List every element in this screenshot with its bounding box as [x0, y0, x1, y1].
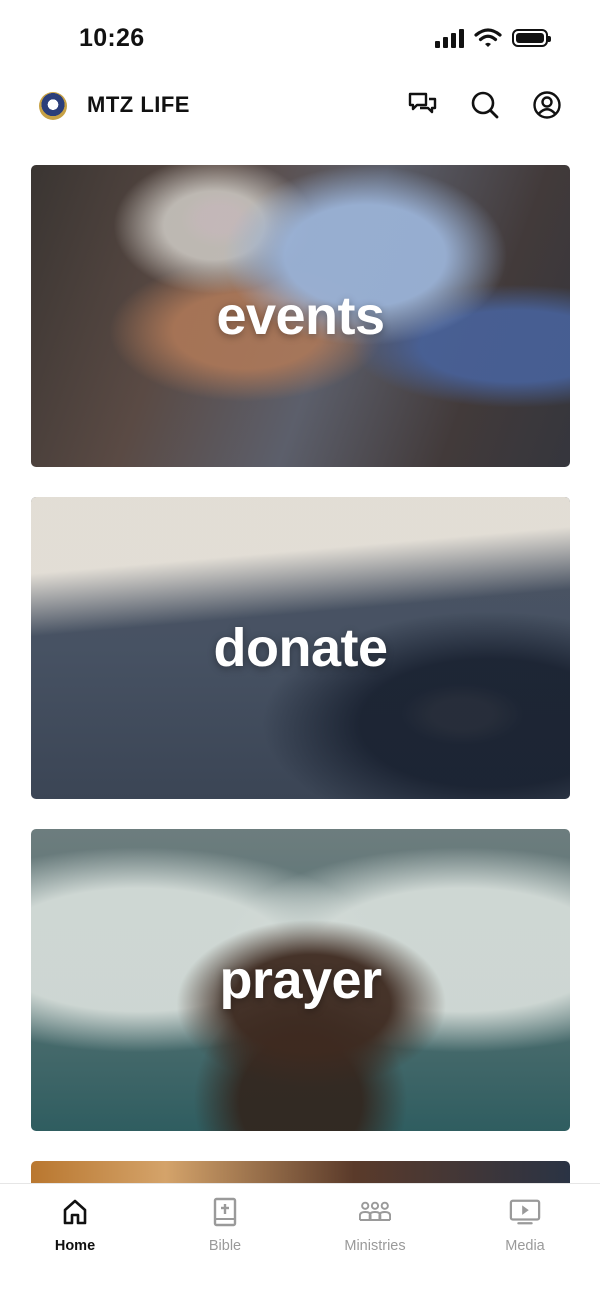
profile-button[interactable] [530, 88, 564, 122]
events-card[interactable]: events [31, 165, 570, 467]
app-title: MTZ LIFE [87, 92, 190, 117]
group-icon [359, 1196, 391, 1228]
status-time: 10:26 [79, 24, 145, 52]
status-bar: 10:26 [0, 0, 600, 80]
status-icons [435, 28, 551, 48]
media-icon [509, 1196, 541, 1228]
bottom-tab-bar: Home Bible Ministries Media [0, 1183, 600, 1301]
messages-button[interactable] [406, 88, 440, 122]
search-icon [471, 91, 499, 119]
chat-icon [408, 92, 437, 114]
battery-icon [512, 29, 551, 47]
donate-card[interactable]: donate [31, 497, 570, 799]
tab-media-label: Media [505, 1238, 545, 1254]
tab-media[interactable]: Media [450, 1184, 600, 1301]
tab-bible[interactable]: Bible [150, 1184, 300, 1301]
home-icon [59, 1196, 91, 1228]
tab-ministries-label: Ministries [344, 1238, 406, 1254]
next-card-partial[interactable] [31, 1161, 570, 1185]
tab-bible-label: Bible [208, 1238, 242, 1254]
tab-home[interactable]: Home [0, 1184, 150, 1301]
tab-ministries[interactable]: Ministries [300, 1184, 450, 1301]
wifi-icon [474, 28, 502, 47]
next-card-image [31, 1161, 570, 1185]
app-header: MTZ LIFE [0, 80, 600, 136]
user-circle-icon [533, 91, 561, 119]
events-card-label: events [216, 286, 385, 346]
feature-cards: events donate prayer [31, 165, 570, 1185]
prayer-card[interactable]: prayer [31, 829, 570, 1131]
church-logo [39, 92, 67, 120]
header-actions [406, 88, 564, 122]
cellular-signal-icon [435, 28, 464, 48]
tab-home-label: Home [54, 1238, 96, 1254]
search-button[interactable] [468, 88, 502, 122]
donate-card-label: donate [213, 618, 388, 678]
bible-icon [209, 1196, 241, 1228]
prayer-card-label: prayer [219, 950, 382, 1010]
